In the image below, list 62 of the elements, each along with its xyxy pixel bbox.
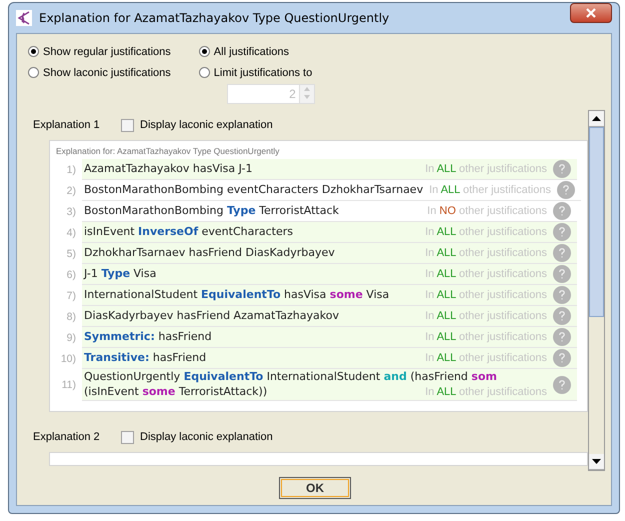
axiom-text: InternationalStudent EquivalentTo hasVisa some Visa xyxy=(84,287,390,302)
help-icon[interactable] xyxy=(553,223,571,241)
laconic-checkbox[interactable]: Display laconic explanation xyxy=(121,118,273,132)
line-number: 6) xyxy=(66,268,77,282)
line-number: 2) xyxy=(66,184,77,198)
axiom-text: QuestionUrgently EquivalentTo InternationalStudent and (hasFriend som xyxy=(84,369,497,384)
line-number: 11) xyxy=(60,378,77,393)
close-icon[interactable] xyxy=(585,8,597,18)
line-number: 9) xyxy=(66,330,77,346)
explanation-title: Explanation 2 xyxy=(33,431,101,443)
justification-note: In ALL other justifications xyxy=(428,183,551,198)
help-icon[interactable] xyxy=(557,181,575,199)
axiom-text: DzhokharTsarnaev hasFriend DiasKadyrbayev xyxy=(84,245,335,260)
justification-note: In ALL other justifications xyxy=(424,162,547,177)
line-number: 7) xyxy=(66,288,77,304)
axiom-text: isInEvent InverseOf eventCharacters xyxy=(84,224,294,239)
line-number: 10) xyxy=(60,352,77,366)
line-number: 3) xyxy=(66,204,77,220)
explanation-header: Explanation for: AzamatTazhayakov Type QuestionUrgently xyxy=(55,145,280,158)
help-icon[interactable] xyxy=(553,307,571,325)
vertical-scrollbar[interactable] xyxy=(588,110,605,471)
help-icon[interactable] xyxy=(553,349,571,367)
line-number: 8) xyxy=(66,310,77,324)
radio-option[interactable]: Show regular justifications xyxy=(28,44,171,59)
axiom-text: AzamatTazhayakov hasVisa J-1 xyxy=(84,161,252,176)
axiom-text: Transitive: hasFriend xyxy=(84,350,206,365)
axiom-text: Symmetric: hasFriend xyxy=(84,329,212,344)
justification-note: In ALL other justifications xyxy=(424,225,547,240)
line-number: 1) xyxy=(66,162,77,178)
justification-note: In ALL other justifications xyxy=(424,330,547,345)
justification-note: In ALL other justifications xyxy=(424,267,547,282)
justification-note: In ALL other justifications xyxy=(424,351,547,366)
help-icon[interactable] xyxy=(553,160,571,178)
justification-note: In ALL other justifications xyxy=(424,385,547,400)
axiom-text: J-1 Type Visa xyxy=(84,266,156,281)
help-icon[interactable] xyxy=(553,244,571,262)
axiom-text: DiasKadyrbayev hasFriend AzamatTazhayakov xyxy=(84,308,339,323)
justification-note: In ALL other justifications xyxy=(424,288,547,303)
app-icon xyxy=(16,10,32,26)
justification-note: In ALL other justifications xyxy=(424,246,547,261)
help-icon[interactable] xyxy=(553,328,571,346)
axiom-text: BostonMarathonBombing eventCharacters DzhokharTsarnaev xyxy=(84,182,424,197)
justification-note: In NO other justifications xyxy=(426,204,547,219)
window-title: Explanation for AzamatTazhayakov Type QuestionUrgently xyxy=(39,11,390,25)
axiom-text: (isInEvent some TerroristAttack)) xyxy=(84,384,268,399)
justification-note: In ALL other justifications xyxy=(424,309,547,324)
help-icon[interactable] xyxy=(553,286,571,304)
axiom-text: BostonMarathonBombing Type TerroristAttack xyxy=(84,203,339,218)
line-number: 4) xyxy=(66,226,77,240)
radio-option[interactable]: Limit justifications to xyxy=(198,65,315,80)
help-icon[interactable] xyxy=(553,202,571,220)
ok-button[interactable]: OK xyxy=(279,477,351,499)
explanation-title: Explanation 1 xyxy=(33,119,101,131)
close-button[interactable] xyxy=(570,3,612,23)
scroll-down-icon[interactable] xyxy=(589,454,604,470)
laconic-checkbox[interactable]: Display laconic explanation xyxy=(121,430,273,444)
radio-option[interactable]: Show laconic justifications xyxy=(28,65,171,80)
help-icon[interactable] xyxy=(553,265,571,283)
radio-option[interactable]: All justifications xyxy=(198,44,315,59)
scroll-up-icon[interactable] xyxy=(589,111,604,127)
line-number: 5) xyxy=(66,246,77,262)
help-icon[interactable] xyxy=(553,376,571,394)
